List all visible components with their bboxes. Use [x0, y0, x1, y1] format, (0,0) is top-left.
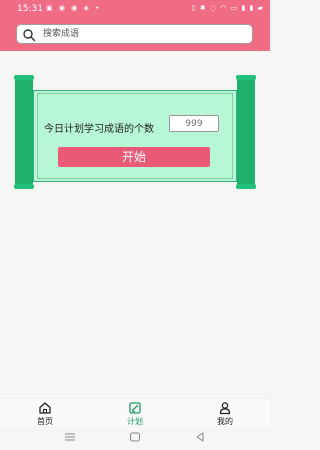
tab-home[interactable]: 首页 — [25, 401, 65, 427]
start-button[interactable]: 开始 — [58, 147, 210, 167]
notification-icons: ▣ ◉ ◉ ◈ • — [46, 4, 102, 12]
home-nav-icon[interactable] — [129, 431, 141, 443]
plan-count-input[interactable] — [169, 115, 219, 132]
tab-plan[interactable]: 计划 — [115, 401, 155, 427]
plan-count-label: 今日计划学习成语的个数 — [44, 124, 154, 135]
tab-mine[interactable]: 我的 — [205, 401, 245, 427]
bottom-tab-bar: 首页 计划 我的 — [0, 398, 270, 427]
status-bar: 15:31 ▣ ◉ ◉ ◈ • ▯ ✱ ◌ ◠ ▭ ▮ ▮ ▰ — [0, 0, 270, 19]
scroll-roller-left — [14, 75, 34, 189]
header-bar — [0, 19, 270, 51]
menu-icon[interactable] — [64, 431, 76, 443]
system-nav-bar — [0, 426, 270, 450]
home-icon — [39, 402, 51, 414]
profile-icon — [219, 402, 231, 415]
system-status-icons: ▯ ✱ ◌ ◠ ▭ ▮ ▮ ▰ — [191, 4, 264, 12]
status-time: 15:31 — [17, 4, 43, 14]
search-input[interactable] — [43, 27, 243, 41]
scroll-paper — [33, 90, 237, 182]
back-icon[interactable] — [194, 431, 206, 443]
search-box[interactable] — [16, 24, 253, 44]
scroll-roller-right — [236, 75, 256, 189]
search-icon — [23, 29, 36, 42]
plan-icon — [129, 402, 141, 414]
plan-scroll-card: 今日计划学习成语的个数 开始 — [14, 75, 256, 189]
